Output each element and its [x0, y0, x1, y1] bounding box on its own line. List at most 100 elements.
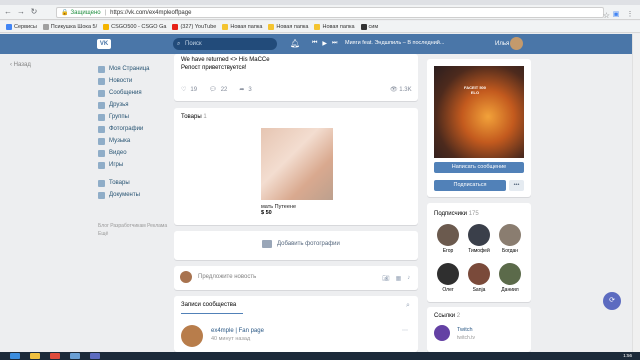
like-icon[interactable]: ♡	[181, 86, 186, 93]
sidebar-item-label: Музыка	[109, 138, 131, 144]
app-icon[interactable]	[90, 353, 100, 359]
bookmark-label: Псикушка Шока 5/	[50, 23, 98, 30]
subscriber[interactable]: Егор	[436, 224, 460, 254]
bookmark-item[interactable]: Псикушка Шока 5/	[42, 23, 98, 30]
bookmark-item[interactable]: Сервисы	[6, 23, 37, 30]
sidebar-item-label: Товары	[109, 180, 130, 186]
header-username[interactable]: Илья	[495, 41, 509, 47]
search-icon: ⌕	[177, 41, 181, 47]
explorer-icon[interactable]	[30, 353, 40, 359]
sidebar-item-goods[interactable]: Товары	[98, 177, 150, 189]
sidebar-item-label: Документы	[109, 192, 140, 198]
reload-icon[interactable]: ↻	[29, 7, 39, 17]
write-message-button[interactable]: Написать сообщение	[434, 162, 524, 173]
subscribers-title[interactable]: Подписчики 175	[434, 211, 479, 217]
now-playing-track[interactable]: Мияги feat. Эндшпиль – В последний...	[345, 40, 444, 46]
music-icon[interactable]: ♪	[407, 275, 410, 282]
post-time[interactable]: 40 минут назад	[211, 336, 250, 342]
share-icon[interactable]: ➦	[239, 86, 244, 93]
post-author[interactable]: ex4mple | Fan page	[211, 328, 264, 334]
comment-icon[interactable]: 💬︎	[209, 86, 217, 93]
bookmark-item[interactable]: Новая папка	[222, 23, 262, 30]
footer-links[interactable]: Блог Разработчикам Реклама Ещё	[98, 222, 168, 238]
bookmark-item[interactable]: (327) YouTube	[172, 23, 216, 30]
bookmark-star-icon[interactable]: ☆	[603, 11, 610, 20]
left-navigation: Моя Страница Новости Сообщения Друзья Гр…	[98, 63, 150, 201]
subscriber-name: Тимофей	[468, 248, 490, 254]
sidebar-item-friends[interactable]: Друзья	[98, 99, 150, 111]
chrome-icon[interactable]	[50, 353, 60, 359]
bookmark-label: сим	[368, 23, 379, 30]
sidebar-item-music[interactable]: Музыка	[98, 135, 150, 147]
play-icon[interactable]: ▶︎	[322, 40, 327, 47]
avatar	[437, 263, 459, 285]
next-track-icon[interactable]: ⏭︎	[332, 40, 337, 47]
sidebar-item-photos[interactable]: Фотографии	[98, 123, 150, 135]
link-name[interactable]: Twitch	[457, 327, 473, 333]
bell-icon[interactable]: 🔔︎	[290, 39, 300, 48]
sidebar-item-documents[interactable]: Документы	[98, 189, 150, 201]
more-actions-button[interactable]: •••	[509, 180, 524, 191]
prev-track-icon[interactable]: ⏮︎	[312, 40, 317, 47]
product-image[interactable]	[261, 128, 333, 200]
goods-title-text: Товары	[181, 114, 202, 120]
link-url: twitch.tv	[457, 335, 476, 341]
start-icon[interactable]	[10, 353, 20, 359]
search-input[interactable]: ⌕ Поиск	[173, 38, 277, 50]
community-cover-image[interactable]	[434, 66, 524, 158]
back-arrow-icon[interactable]: ←	[3, 7, 13, 17]
sidebar-item-groups[interactable]: Группы	[98, 111, 150, 123]
bookmark-item[interactable]: CSGO500 - CSGO Ga	[103, 23, 166, 30]
subscriber[interactable]: Богдан	[498, 224, 522, 254]
goods-title[interactable]: Товары 1	[181, 114, 207, 120]
subscriber[interactable]: Олег	[436, 263, 460, 293]
url-text: https://vk.com/ex4mpleoffpage	[110, 9, 192, 16]
sidebar-item-label: Игры	[109, 162, 124, 168]
music-icon	[98, 137, 105, 145]
extension-icon[interactable]: ▣	[612, 11, 620, 19]
subscriber[interactable]: Даниил	[498, 263, 522, 293]
avatar[interactable]	[181, 325, 203, 347]
add-photos-button[interactable]: Добавить фотографии	[262, 240, 340, 248]
page-scrollbar[interactable]	[632, 34, 640, 352]
bookmark-item[interactable]: сим	[360, 23, 379, 30]
sidebar-item-games[interactable]: Игры	[98, 159, 150, 171]
twitch-icon[interactable]	[434, 325, 450, 341]
tab-community-posts[interactable]: Записи сообщества	[181, 302, 236, 308]
menu-icon[interactable]: ⋮	[626, 11, 634, 19]
more-icon[interactable]: ⋯	[402, 327, 408, 334]
search-icon[interactable]: ⌕	[406, 302, 410, 310]
app-icon[interactable]	[70, 353, 80, 359]
address-toolbar: ← → ↻ 🔒 Защищено | https://vk.com/ex4mpl…	[0, 5, 640, 20]
links-title[interactable]: Ссылки 2	[434, 313, 460, 319]
sidebar-item-label: Сообщения	[109, 90, 142, 96]
subscriber[interactable]: Sanja	[467, 263, 491, 293]
like-count: 19	[190, 86, 198, 93]
links-count: 2	[456, 313, 461, 319]
video-icon[interactable]: ▦	[396, 275, 402, 282]
eye-icon: 👁︎	[390, 87, 400, 93]
avatar	[468, 224, 490, 246]
sidebar-item-news[interactable]: Новости	[98, 75, 150, 87]
documents-icon	[98, 191, 105, 199]
url-input[interactable]: 🔒 Защищено | https://vk.com/ex4mpleoffpa…	[56, 7, 604, 18]
suggest-news-input[interactable]: Предложите новость	[198, 274, 256, 280]
bookmark-item[interactable]: Новая папка	[314, 23, 355, 30]
bookmark-item[interactable]: Новая папка	[268, 23, 308, 30]
camera-icon	[262, 240, 272, 248]
back-link[interactable]: ‹ Назад	[10, 62, 31, 68]
floating-action-button[interactable]: ⟳	[603, 292, 621, 310]
photos-icon	[98, 125, 105, 133]
post-line: We have returned <> His MaCCe	[181, 57, 270, 63]
avatar[interactable]	[510, 37, 523, 50]
vk-logo[interactable]: VK	[97, 39, 111, 49]
subscriber[interactable]: Тимофей	[467, 224, 491, 254]
forward-arrow-icon[interactable]: →	[16, 7, 26, 17]
cover-caption: FACEIT 500 ELO	[463, 85, 486, 95]
sidebar-item-video[interactable]: Видео	[98, 147, 150, 159]
sidebar-item-messages[interactable]: Сообщения	[98, 87, 150, 99]
camera-icon[interactable]: 📷︎	[382, 275, 390, 282]
subscribe-button[interactable]: Подписаться	[434, 180, 506, 191]
sidebar-item-my-page[interactable]: Моя Страница	[98, 63, 150, 75]
page-icon	[42, 23, 49, 30]
